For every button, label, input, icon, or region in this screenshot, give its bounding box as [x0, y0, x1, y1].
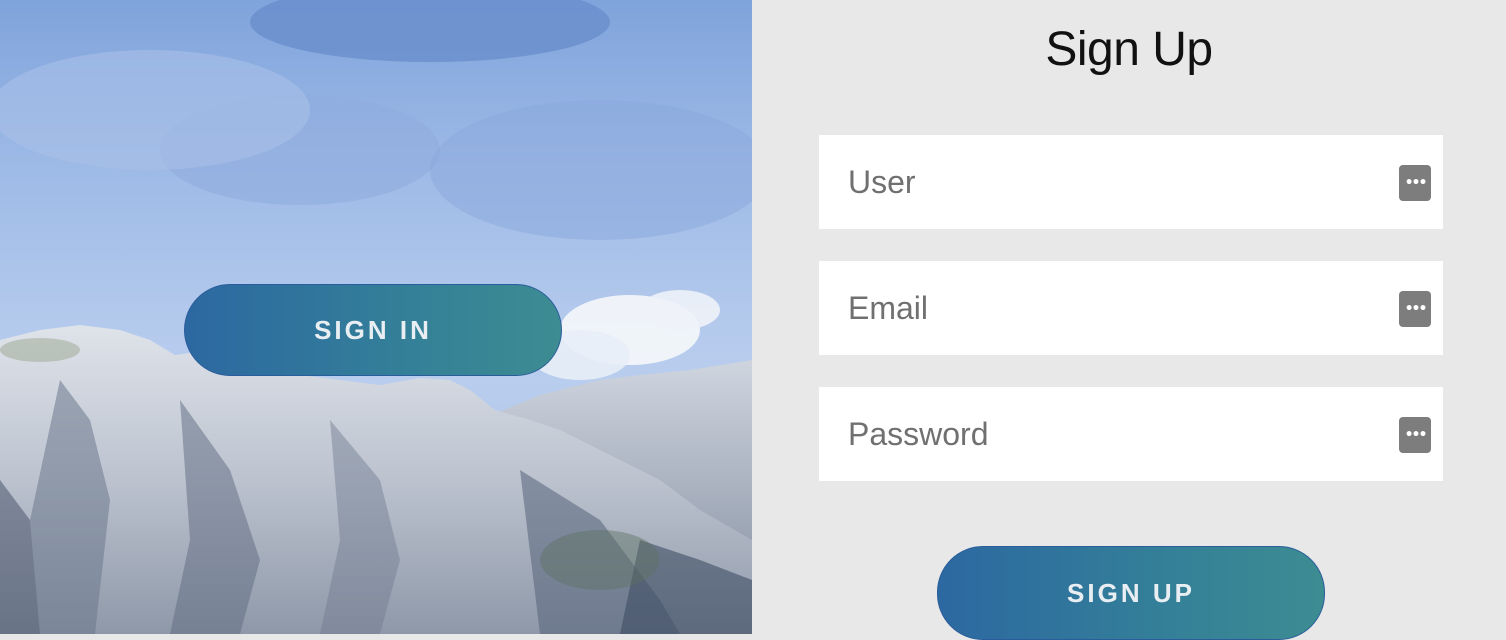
email-input[interactable]	[819, 261, 1443, 355]
sign-up-button[interactable]: SIGN UP	[937, 546, 1325, 640]
sign-in-button[interactable]: SIGN IN	[184, 284, 562, 376]
email-field: •••	[819, 261, 1443, 355]
password-manager-icon[interactable]: •••	[1399, 417, 1431, 453]
sign-in-button-label: SIGN IN	[314, 314, 432, 345]
sign-up-panel: Sign Up ••• ••• ••• SIGN UP	[752, 0, 1506, 640]
password-input[interactable]	[819, 387, 1443, 481]
user-field: •••	[819, 135, 1443, 229]
sign-up-button-label: SIGN UP	[1067, 577, 1195, 608]
password-manager-icon[interactable]: •••	[1399, 165, 1431, 201]
hero-image-panel: SIGN IN	[0, 0, 752, 634]
user-input[interactable]	[819, 135, 1443, 229]
password-field: •••	[819, 387, 1443, 481]
password-manager-icon[interactable]: •••	[1399, 291, 1431, 327]
page-title: Sign Up	[1045, 23, 1213, 76]
